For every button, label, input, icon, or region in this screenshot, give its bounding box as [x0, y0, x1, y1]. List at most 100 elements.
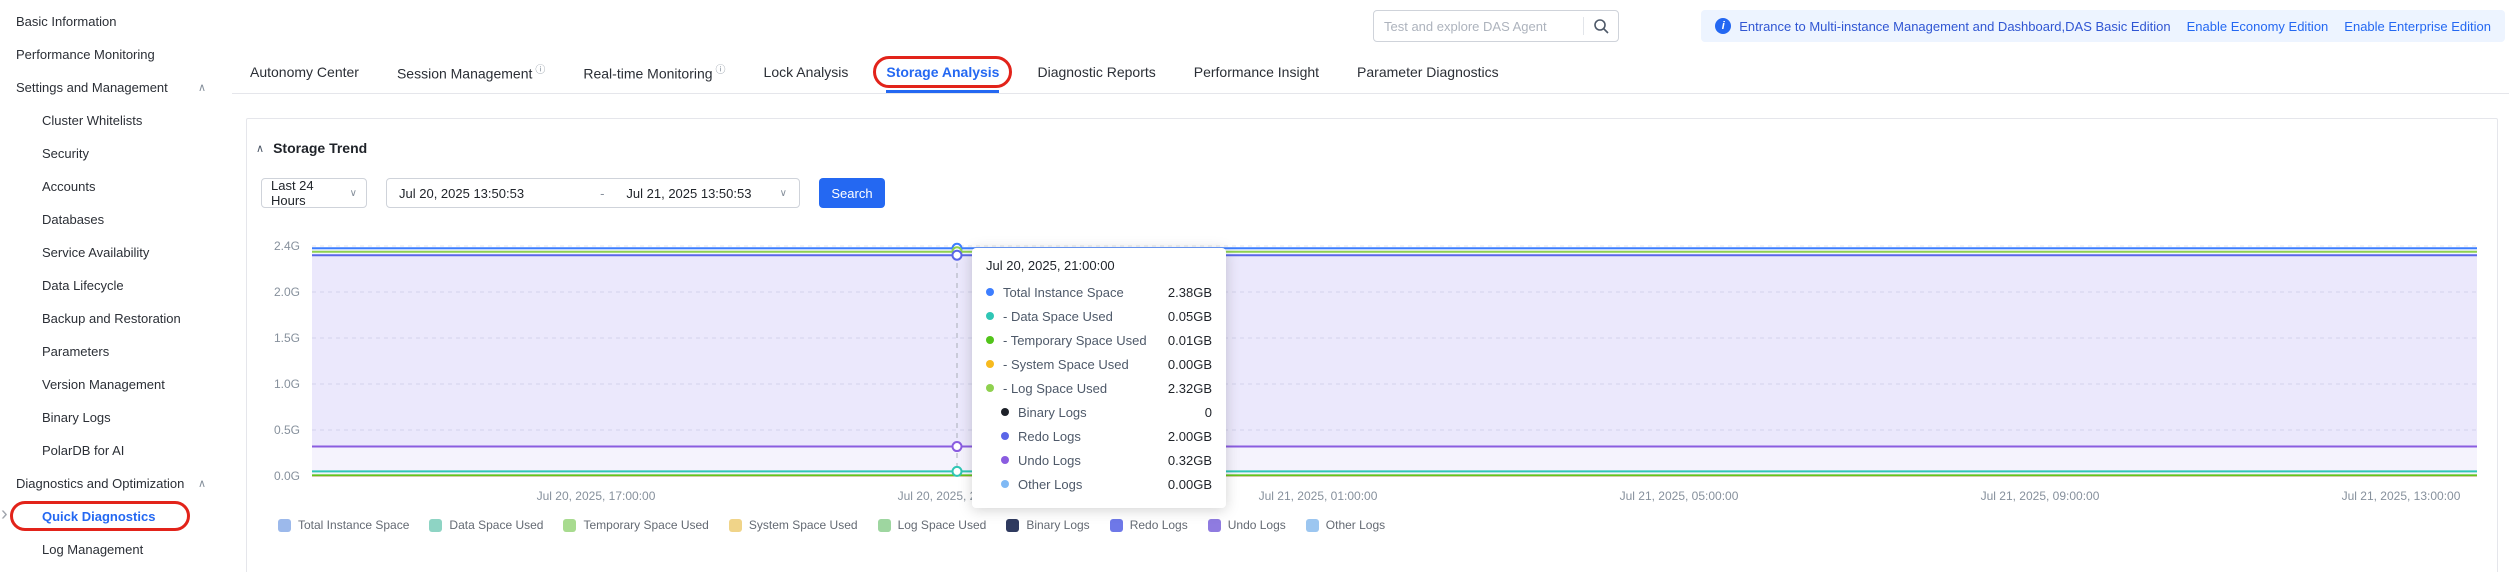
sidebar-item-parameters[interactable]: Parameters [0, 335, 232, 368]
sidebar-item-databases[interactable]: Databases [0, 203, 232, 236]
tab-lock-analysis[interactable]: Lock Analysis [764, 64, 849, 80]
sidebar-expand-icon[interactable]: › [1, 504, 8, 524]
tab-label: Diagnostic Reports [1037, 64, 1155, 80]
legend-label: Data Space Used [449, 518, 543, 532]
sidebar-item-log-management[interactable]: Log Management [0, 533, 232, 566]
tab-real-time-monitoring[interactable]: Real-time Monitoringⓘ [583, 61, 725, 82]
tooltip-row: - Log Space Used 2.32GB [986, 376, 1212, 400]
sidebar-item-cluster-whitelists[interactable]: Cluster Whitelists [0, 104, 232, 137]
sidebar-item-service-availability[interactable]: Service Availability [0, 236, 232, 269]
tab-label: Parameter Diagnostics [1357, 64, 1499, 80]
tooltip-series-label: - Log Space Used [1003, 381, 1107, 396]
tab-label: Session Management [397, 66, 532, 82]
sidebar-item-security[interactable]: Security [0, 137, 232, 170]
tooltip-series-value: 0 [1205, 405, 1212, 420]
legend-item-other-logs[interactable]: Other Logs [1306, 518, 1385, 532]
sidebar-item-label: Quick Diagnostics [42, 509, 155, 524]
sidebar-item-basic-information[interactable]: Basic Information [0, 5, 232, 38]
sidebar: Basic Information Performance Monitoring S… [0, 0, 232, 572]
tooltip-series-value: 2.32GB [1168, 381, 1212, 396]
legend-label: Other Logs [1326, 518, 1385, 532]
legend-item-undo-logs[interactable]: Undo Logs [1208, 518, 1286, 532]
tooltip-row: - Temporary Space Used0.01GB [986, 328, 1212, 352]
chart-plot-area[interactable] [312, 243, 2477, 476]
sidebar-item-settings-and-management[interactable]: Settings and Management ∧ [0, 71, 232, 104]
info-icon: i [1715, 18, 1731, 34]
tab-autonomy-center[interactable]: Autonomy Center [250, 64, 359, 80]
active-tab-underline [886, 90, 999, 93]
sidebar-item-diagnostics-and-optimization[interactable]: Diagnostics and Optimization∧ [0, 467, 232, 500]
tooltip-series-value: 2.00GB [1168, 429, 1212, 444]
tab-storage-analysis[interactable]: Storage Analysis [886, 64, 999, 80]
sidebar-item-label: PolarDB for AI [42, 443, 124, 458]
sidebar-item-label: Security [42, 146, 89, 161]
tooltip-series-label: Binary Logs [1018, 405, 1087, 420]
chevron-down-icon: ∨ [350, 188, 357, 199]
info-icon[interactable]: ⓘ [716, 65, 726, 76]
storage-trend-header: ∧ Storage Trend [256, 140, 367, 156]
legend-swatch-icon [729, 519, 742, 532]
sidebar-item-binary-logs[interactable]: Binary Logs [0, 401, 232, 434]
sidebar-item-label: Accounts [42, 179, 95, 194]
sidebar-item-data-lifecycle[interactable]: Data Lifecycle [0, 269, 232, 302]
series-dot-icon [986, 336, 994, 344]
tooltip-row: - Data Space Used0.05GB [986, 304, 1212, 328]
sidebar-item-label: Performance Monitoring [16, 47, 155, 62]
legend-label: Undo Logs [1228, 518, 1286, 532]
sidebar-item-backup-and-restoration[interactable]: Backup and Restoration [0, 302, 232, 335]
search-input[interactable] [1374, 19, 1583, 34]
select-value: Last 24 Hours [271, 178, 350, 208]
chevron-up-icon[interactable]: ∧ [198, 477, 206, 490]
tab-parameter-diagnostics[interactable]: Parameter Diagnostics [1357, 64, 1499, 80]
series-dot-icon [1001, 432, 1009, 440]
sidebar-item-label: Settings and Management [16, 80, 168, 95]
enable-enterprise-edition-link[interactable]: Enable Enterprise Edition [2344, 19, 2491, 34]
legend-label: Redo Logs [1130, 518, 1188, 532]
tooltip-row: Undo Logs0.32GB [986, 448, 1212, 472]
date-range-picker[interactable]: Jul 20, 2025 13:50:53 - Jul 21, 2025 13:… [386, 178, 800, 208]
sidebar-item-polardb-for-ai[interactable]: PolarDB for AI [0, 434, 232, 467]
edition-banner: i Entrance to Multi-instance Management … [1701, 10, 2505, 42]
info-icon[interactable]: ⓘ [535, 65, 545, 76]
time-range-select[interactable]: Last 24 Hours ∨ [261, 178, 367, 208]
search-button[interactable]: Search [819, 178, 885, 208]
legend-item-binary-logs[interactable]: Binary Logs [1006, 518, 1089, 532]
tooltip-series-label: Other Logs [1018, 477, 1082, 492]
legend-item-data-space-used[interactable]: Data Space Used [429, 518, 543, 532]
series-dot-icon [986, 384, 994, 392]
series-dot-icon [1001, 408, 1009, 416]
filter-controls: Last 24 Hours ∨ Jul 20, 2025 13:50:53 - … [261, 178, 885, 208]
tab-label: Storage Analysis [886, 64, 999, 80]
tooltip-row: Redo Logs2.00GB [986, 424, 1212, 448]
legend-label: Binary Logs [1026, 518, 1089, 532]
chevron-up-icon[interactable]: ∧ [198, 81, 206, 94]
legend-swatch-icon [1110, 519, 1123, 532]
magnifier-icon [1593, 18, 1609, 34]
tab-diagnostic-reports[interactable]: Diagnostic Reports [1037, 64, 1155, 80]
legend-item-total-instance-space[interactable]: Total Instance Space [278, 518, 409, 532]
date-from: Jul 20, 2025 13:50:53 [399, 186, 524, 201]
sidebar-item-version-management[interactable]: Version Management [0, 368, 232, 401]
sidebar-item-quick-diagnostics[interactable]: Quick Diagnostics [0, 500, 232, 533]
series-dot-icon [986, 360, 994, 368]
search-icon[interactable] [1584, 18, 1618, 34]
tab-session-management[interactable]: Session Managementⓘ [397, 61, 545, 82]
legend-item-temporary-space-used[interactable]: Temporary Space Used [563, 518, 708, 532]
legend-item-log-space-used[interactable]: Log Space Used [878, 518, 987, 532]
chart-tooltip: Jul 20, 2025, 21:00:00 Total Instance Sp… [972, 248, 1226, 508]
sidebar-item-performance-monitoring[interactable]: Performance Monitoring [0, 38, 232, 71]
series-dot-icon [986, 312, 994, 320]
enable-economy-edition-link[interactable]: Enable Economy Edition [2187, 19, 2329, 34]
tooltip-series-value: 2.38GB [1168, 285, 1212, 300]
collapse-caret-icon[interactable]: ∧ [256, 142, 264, 155]
legend-swatch-icon [1208, 519, 1221, 532]
legend-label: Log Space Used [898, 518, 987, 532]
tooltip-row: - System Space Used0.00GB [986, 352, 1212, 376]
legend-item-system-space-used[interactable]: System Space Used [729, 518, 858, 532]
sidebar-item-label: Version Management [42, 377, 165, 392]
tab-performance-insight[interactable]: Performance Insight [1194, 64, 1319, 80]
chart-legend: Total Instance Space Data Space Used Tempo… [278, 518, 1385, 532]
legend-item-redo-logs[interactable]: Redo Logs [1110, 518, 1188, 532]
tooltip-series-value: 0.00GB [1168, 477, 1212, 492]
sidebar-item-accounts[interactable]: Accounts [0, 170, 232, 203]
